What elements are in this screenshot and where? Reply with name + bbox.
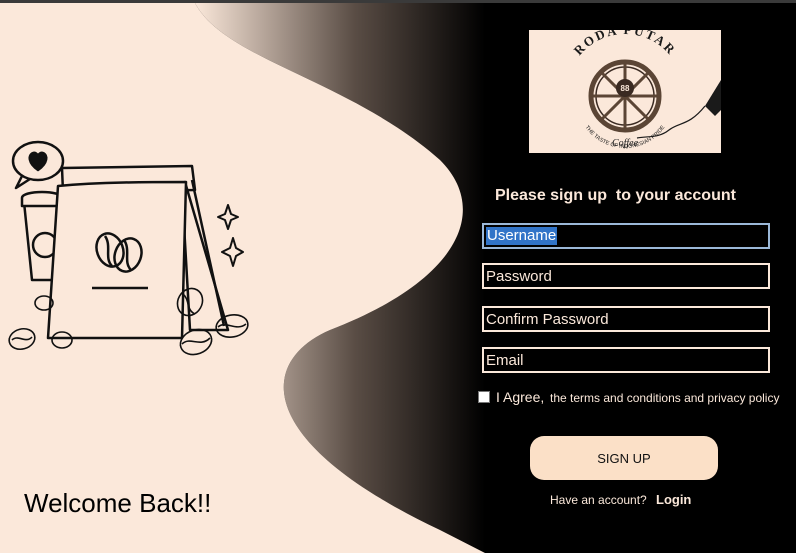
left-panel-art: [0, 3, 500, 553]
welcome-title: Welcome Back!!: [24, 488, 212, 518]
agree-label[interactable]: I Agree,: [496, 389, 544, 405]
logo-number: 88: [621, 84, 630, 93]
svg-text:RODA PUTAR: RODA PUTAR: [571, 30, 680, 58]
confirm-password-input[interactable]: [484, 308, 768, 330]
username-value[interactable]: Username: [486, 227, 558, 245]
username-field[interactable]: Username: [482, 223, 770, 249]
email-input[interactable]: [484, 349, 768, 371]
coffee-bag-icon: [46, 180, 188, 340]
signup-window: Welcome Back!! 88 RODA PUTAR THE TASTE O…: [0, 0, 796, 553]
brand-logo: 88 RODA PUTAR THE TASTE OF INDONESIAN PR…: [529, 30, 721, 153]
form-heading: Please sign up to your account: [495, 187, 736, 204]
logo-sub: Coffee: [612, 138, 639, 149]
password-field[interactable]: [482, 263, 770, 289]
password-input[interactable]: [484, 265, 768, 287]
signup-button[interactable]: SIGN UP: [530, 436, 718, 480]
agree-checkbox[interactable]: [478, 391, 490, 403]
terms-text: the terms and conditions and privacy pol…: [550, 391, 780, 405]
wheel-logo-icon: 88 RODA PUTAR THE TASTE OF INDONESIAN PR…: [571, 30, 721, 150]
have-account-text: Have an account?: [550, 493, 647, 507]
login-link[interactable]: Login: [656, 492, 691, 507]
logo-brand: RODA PUTAR: [571, 30, 678, 58]
confirm-password-field[interactable]: [482, 306, 770, 332]
email-field[interactable]: [482, 347, 770, 373]
pen-nib-icon: [636, 80, 721, 139]
